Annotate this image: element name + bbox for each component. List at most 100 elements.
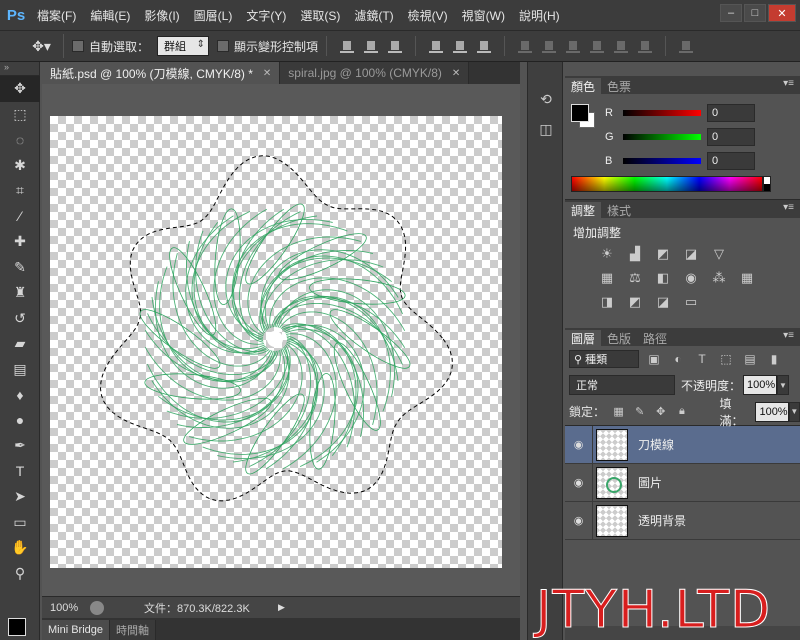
tab-channels[interactable]: 色版 bbox=[601, 330, 637, 346]
hand-tool-icon[interactable]: ✋ bbox=[0, 535, 40, 561]
lock-position-icon[interactable]: ✥ bbox=[653, 405, 668, 419]
visibility-eye-icon[interactable]: ◉ bbox=[565, 463, 593, 502]
properties-panel-icon[interactable]: ◫ bbox=[528, 114, 564, 144]
red-value-field[interactable]: 0 bbox=[707, 104, 755, 122]
align-bottom-icon[interactable] bbox=[388, 39, 403, 53]
posterize-icon[interactable]: ◩ bbox=[625, 294, 645, 310]
photo-filter-icon[interactable]: ◉ bbox=[681, 270, 701, 286]
fill-field[interactable]: 100% bbox=[755, 401, 789, 422]
distribute-hcenter-icon[interactable] bbox=[614, 39, 629, 53]
brightness-icon[interactable]: ☀ bbox=[597, 246, 617, 262]
visibility-eye-icon[interactable]: ◉ bbox=[565, 501, 593, 540]
panel-menu-icon[interactable]: ▾≡ bbox=[783, 330, 794, 341]
type-filter-icon[interactable]: T bbox=[693, 352, 711, 366]
eraser-tool-icon[interactable]: ▰ bbox=[0, 331, 40, 357]
menu-file[interactable]: 檔案(F) bbox=[30, 7, 83, 24]
history-panel-icon[interactable]: ⟲ bbox=[528, 84, 564, 114]
panel-menu-icon[interactable]: ▾≡ bbox=[783, 202, 794, 213]
distribute-left-icon[interactable] bbox=[590, 39, 605, 53]
menu-help[interactable]: 說明(H) bbox=[512, 7, 567, 24]
distribute-right-icon[interactable] bbox=[638, 39, 653, 53]
layer-row[interactable]: ◉ 透明背景 bbox=[565, 501, 800, 540]
red-slider[interactable] bbox=[623, 110, 701, 116]
menu-window[interactable]: 視窗(W) bbox=[455, 7, 512, 24]
crop-tool-icon[interactable]: ⌗ bbox=[0, 178, 40, 204]
invert-icon[interactable]: ◨ bbox=[597, 294, 617, 310]
marquee-tool-icon[interactable]: ⬚ bbox=[0, 102, 40, 128]
black-white-swatch[interactable] bbox=[763, 176, 771, 192]
blue-slider[interactable] bbox=[623, 158, 701, 164]
align-left-icon[interactable] bbox=[429, 39, 444, 53]
maximize-button[interactable]: □ bbox=[744, 4, 766, 22]
curves-icon[interactable]: ◩ bbox=[653, 246, 673, 262]
pixel-filter-icon[interactable]: ▣ bbox=[645, 352, 663, 366]
exposure-icon[interactable]: ◪ bbox=[681, 246, 701, 262]
dodge-tool-icon[interactable]: ● bbox=[0, 408, 40, 434]
close-tab-icon[interactable]: ✕ bbox=[263, 68, 271, 79]
smart-object-filter-icon[interactable]: ▤ bbox=[741, 352, 759, 366]
blur-tool-icon[interactable]: ♦ bbox=[0, 382, 40, 408]
gradient-map-icon[interactable]: ▭ bbox=[681, 294, 701, 310]
threshold-icon[interactable]: ◪ bbox=[653, 294, 673, 310]
move-tool-icon[interactable]: ✥ bbox=[0, 76, 40, 102]
show-transform-checkbox[interactable] bbox=[217, 40, 230, 52]
eyedropper-tool-icon[interactable]: ⁄ bbox=[0, 204, 40, 230]
layer-row[interactable]: ◉ 圖片 bbox=[565, 463, 800, 502]
color-spectrum[interactable] bbox=[571, 176, 763, 192]
lock-transparent-icon[interactable]: ▦ bbox=[611, 405, 626, 419]
share-icon[interactable] bbox=[90, 600, 104, 615]
auto-align-icon[interactable] bbox=[679, 39, 694, 53]
status-menu-icon[interactable]: ▶ bbox=[278, 602, 285, 613]
opacity-dropdown-icon[interactable]: ▼ bbox=[777, 375, 790, 395]
rectangle-tool-icon[interactable]: ▭ bbox=[0, 510, 40, 536]
color-lookup-icon[interactable]: ▦ bbox=[737, 270, 757, 286]
close-button[interactable]: ✕ bbox=[768, 4, 796, 22]
menu-view[interactable]: 檢視(V) bbox=[401, 7, 455, 24]
menu-edit[interactable]: 編輯(E) bbox=[83, 7, 137, 24]
color-balance-icon[interactable]: ⚖ bbox=[625, 270, 645, 286]
vibrance-icon[interactable]: ▽ bbox=[709, 246, 729, 262]
distribute-bottom-icon[interactable] bbox=[566, 39, 581, 53]
black-white-icon[interactable]: ◧ bbox=[653, 270, 673, 286]
path-selection-tool-icon[interactable]: ➤ bbox=[0, 484, 40, 510]
blue-value-field[interactable]: 0 bbox=[707, 152, 755, 170]
auto-select-dropdown[interactable]: 群組 bbox=[157, 36, 210, 56]
align-top-icon[interactable] bbox=[340, 39, 355, 53]
filter-toggle-icon[interactable]: ▮ bbox=[765, 352, 783, 366]
layer-row[interactable]: ◉ 刀模線 bbox=[565, 425, 800, 464]
minimize-button[interactable]: – bbox=[720, 4, 742, 22]
auto-select-checkbox[interactable] bbox=[72, 40, 84, 52]
opacity-field[interactable]: 100% bbox=[743, 375, 778, 395]
menu-select[interactable]: 選取(S) bbox=[293, 7, 347, 24]
foreground-color[interactable] bbox=[571, 104, 589, 122]
levels-icon[interactable]: ▟ bbox=[625, 246, 645, 262]
close-tab-icon[interactable]: ✕ bbox=[452, 68, 460, 79]
menu-image[interactable]: 影像(I) bbox=[137, 7, 186, 24]
distribute-vcenter-icon[interactable] bbox=[542, 39, 557, 53]
menu-layer[interactable]: 圖層(L) bbox=[187, 7, 240, 24]
tab-styles[interactable]: 樣式 bbox=[601, 202, 637, 218]
tab-color[interactable]: 顏色 bbox=[565, 78, 602, 94]
green-value-field[interactable]: 0 bbox=[707, 128, 755, 146]
channel-mixer-icon[interactable]: ⁂ bbox=[709, 270, 729, 286]
menu-filter[interactable]: 濾鏡(T) bbox=[347, 7, 400, 24]
lasso-tool-icon[interactable]: ◌ bbox=[0, 127, 40, 153]
tab-paths[interactable]: 路徑 bbox=[637, 330, 673, 346]
tab-mini-bridge[interactable]: Mini Bridge bbox=[42, 620, 111, 640]
collapse-icon[interactable]: » bbox=[0, 62, 39, 76]
tab-swatches[interactable]: 色票 bbox=[601, 78, 637, 94]
type-tool-icon[interactable]: T bbox=[0, 459, 40, 485]
lock-all-icon[interactable]: 🔒︎ bbox=[674, 405, 689, 419]
align-vcenter-icon[interactable] bbox=[364, 39, 379, 53]
document-canvas[interactable] bbox=[50, 116, 502, 568]
tab-layers[interactable]: 圖層 bbox=[565, 330, 602, 346]
tab-document-2[interactable]: spiral.jpg @ 100% (CMYK/8) ✕ bbox=[280, 62, 470, 84]
green-slider[interactable] bbox=[623, 134, 701, 140]
tab-timeline[interactable]: 時間軸 bbox=[110, 620, 157, 640]
shape-filter-icon[interactable]: ⬚ bbox=[717, 352, 735, 366]
menu-type[interactable]: 文字(Y) bbox=[239, 7, 293, 24]
tab-document-active[interactable]: 貼紙.psd @ 100% (刀模線, CMYK/8) * ✕ bbox=[42, 62, 281, 84]
zoom-tool-icon[interactable]: ⚲ bbox=[0, 561, 40, 587]
distribute-top-icon[interactable] bbox=[518, 39, 533, 53]
kind-filter-dropdown[interactable]: ⚲ 種類 bbox=[569, 350, 639, 368]
